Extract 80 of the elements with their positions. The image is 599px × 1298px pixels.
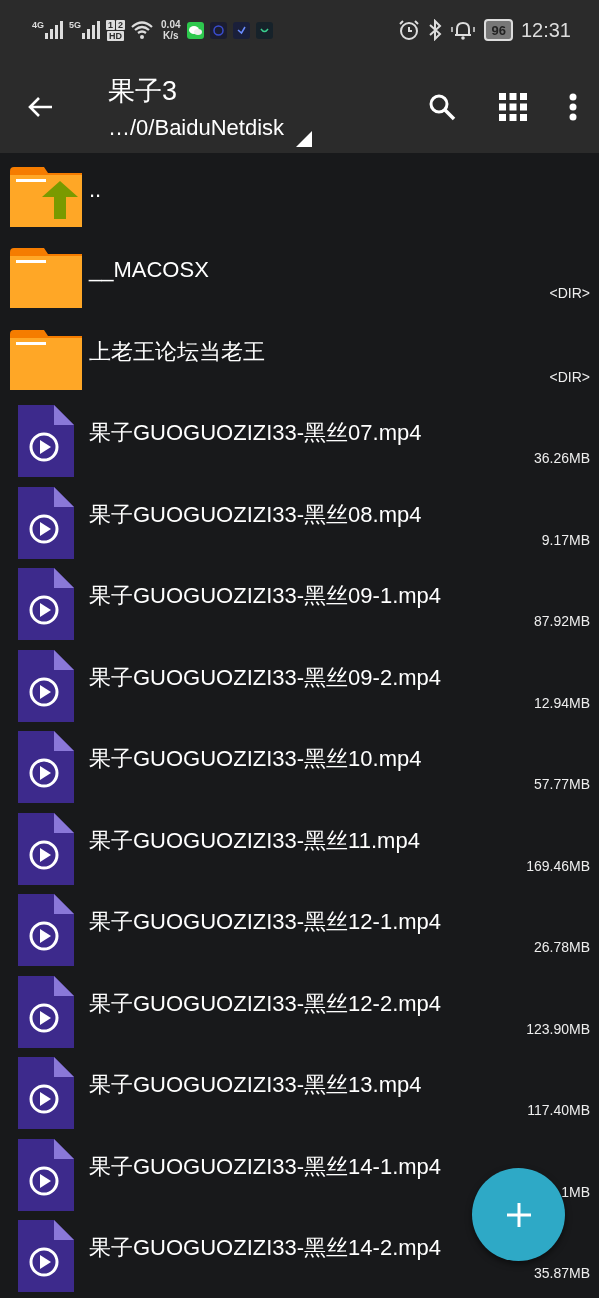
chat-app-icon [186, 21, 204, 39]
bluetooth-icon [428, 19, 443, 41]
folder-icon [10, 329, 82, 390]
file-row[interactable]: 果子GUOGUOZIZI33-黑丝14-1.mp4 1MB [0, 1134, 599, 1216]
file-name: 上老王论坛当老王 [89, 337, 266, 366]
video-file-icon [18, 405, 74, 478]
sim-label: 1 [106, 19, 116, 30]
network-label: 5G [69, 21, 82, 30]
video-file-icon [18, 486, 74, 559]
file-name: 果子GUOGUOZIZI33-黑丝07.mp4 [89, 419, 423, 448]
file-size: <DIR> [549, 368, 590, 385]
file-row[interactable]: 果子GUOGUOZIZI33-黑丝08.mp4 9.17MB [0, 482, 599, 564]
file-name: 果子GUOGUOZIZI33-黑丝11.mp4 [89, 826, 421, 855]
path-label[interactable]: …/0/BaiduNetdisk [108, 114, 285, 141]
video-file-icon [18, 1138, 74, 1211]
video-file-icon [18, 649, 74, 722]
bell-icon [450, 19, 477, 41]
file-row[interactable]: 果子GUOGUOZIZI33-黑丝13.mp4 117.40MB [0, 1052, 599, 1134]
file-row[interactable]: 果子GUOGUOZIZI33-黑丝07.mp4 36.26MB [0, 400, 599, 482]
file-size: <DIR> [549, 285, 590, 302]
file-name: 果子GUOGUOZIZI33-黑丝09-2.mp4 [89, 663, 443, 692]
file-row[interactable]: 果子GUOGUOZIZI33-黑丝09-1.mp4 87.92MB [0, 563, 599, 645]
file-size: 117.40MB [527, 1102, 590, 1119]
file-name: 果子GUOGUOZIZI33-黑丝12-1.mp4 [89, 908, 443, 937]
video-file-icon [18, 894, 74, 967]
folder-title: 果子3 [108, 74, 179, 108]
parent-folder-icon [10, 166, 82, 227]
network-label: 4G [32, 21, 44, 30]
signal-icon [82, 21, 101, 39]
dropdown-triangle-icon[interactable] [296, 130, 313, 147]
file-row[interactable]: __MACOSX <DIR> [0, 237, 599, 319]
file-row[interactable]: .. [0, 156, 599, 238]
plus-icon [505, 1201, 532, 1228]
video-file-icon [18, 1220, 74, 1293]
file-size: 169.46MB [526, 857, 590, 874]
file-row[interactable]: 果子GUOGUOZIZI33-黑丝12-1.mp4 26.78MB [0, 889, 599, 971]
file-name: .. [89, 176, 103, 203]
file-size: 36.26MB [533, 450, 590, 467]
video-file-icon [18, 812, 74, 885]
signal-icon [45, 21, 63, 39]
file-row[interactable]: 果子GUOGUOZIZI33-黑丝09-2.mp4 12.94MB [0, 645, 599, 727]
file-name: 果子GUOGUOZIZI33-黑丝10.mp4 [89, 745, 423, 774]
file-row[interactable]: 果子GUOGUOZIZI33-黑丝11.mp4 169.46MB [0, 808, 599, 890]
file-name: 果子GUOGUOZIZI33-黑丝13.mp4 [89, 1071, 423, 1100]
more-icon [569, 92, 577, 121]
sim-label: 2 [116, 19, 126, 30]
video-file-icon [18, 975, 74, 1048]
file-row[interactable]: 上老王论坛当老王 <DIR> [0, 319, 599, 401]
back-arrow-icon [26, 94, 54, 119]
app-icon [255, 21, 273, 39]
file-size: 87.92MB [533, 613, 590, 630]
alarm-icon [398, 19, 421, 41]
clock: 12:31 [520, 18, 571, 42]
grid-icon [499, 92, 527, 121]
file-name: 果子GUOGUOZIZI33-黑丝14-1.mp4 [89, 1152, 443, 1181]
speed-value: 0.04 [161, 19, 181, 30]
hd-label: HD [107, 30, 125, 41]
file-size: 123.90MB [526, 1020, 590, 1037]
file-row[interactable]: 果子GUOGUOZIZI33-黑丝10.mp4 57.77MB [0, 726, 599, 808]
speed-unit: K/s [163, 30, 179, 41]
file-name: 果子GUOGUOZIZI33-黑丝12-2.mp4 [89, 989, 443, 1018]
folder-icon [10, 248, 82, 309]
video-file-icon [18, 1057, 74, 1130]
file-name: 果子GUOGUOZIZI33-黑丝08.mp4 [89, 500, 423, 529]
file-name: __MACOSX [89, 257, 210, 284]
file-name: 果子GUOGUOZIZI33-黑丝09-1.mp4 [89, 582, 443, 611]
app-icon [232, 21, 250, 39]
file-size: 26.78MB [533, 939, 590, 956]
app-icon [209, 21, 227, 39]
file-row[interactable]: 果子GUOGUOZIZI33-黑丝14-2.mp4 35.87MB [0, 1215, 599, 1297]
file-row[interactable]: 果子GUOGUOZIZI33-黑丝12-2.mp4 123.90MB [0, 971, 599, 1053]
video-file-icon [18, 731, 74, 804]
battery-icon: 96 [484, 19, 513, 41]
file-size: 57.77MB [533, 776, 590, 793]
file-size: 1MB [561, 1183, 590, 1200]
file-size: 9.17MB [541, 531, 590, 548]
file-size: 35.87MB [533, 1265, 590, 1282]
video-file-icon [18, 568, 74, 641]
file-size: 12.94MB [533, 694, 590, 711]
file-name: 果子GUOGUOZIZI33-黑丝14-2.mp4 [89, 1234, 443, 1263]
